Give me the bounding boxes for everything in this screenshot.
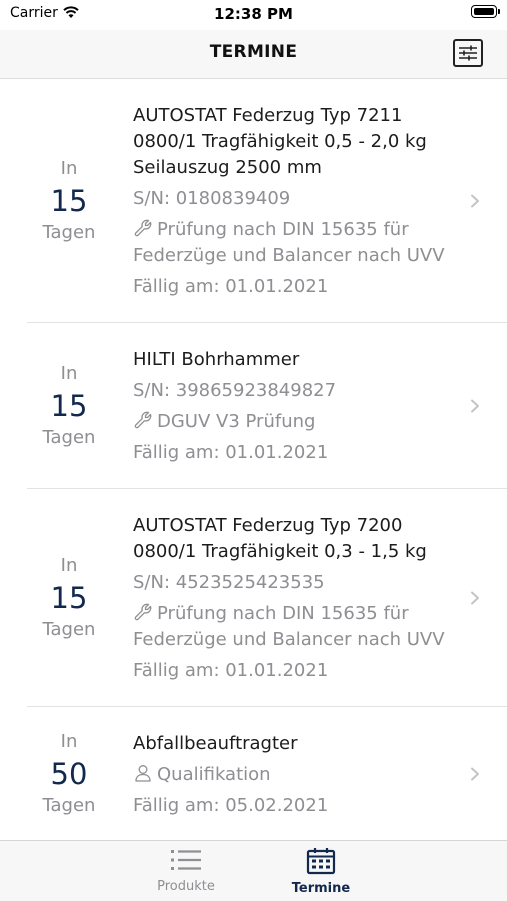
due-unit: Tagen — [42, 426, 96, 448]
tab-products-label: Produkte — [157, 879, 215, 894]
wrench-icon — [134, 603, 152, 621]
due-unit: Tagen — [42, 795, 96, 816]
chevron-right-icon — [471, 767, 479, 781]
due-days-count: 15 — [50, 183, 88, 218]
qualification-type: Qualifikation — [157, 764, 271, 785]
due-prefix: In — [60, 362, 78, 384]
product-title: AUTOSTAT Federzug Typ 7200 0800/1 Tragfä… — [133, 515, 427, 562]
list-icon — [171, 850, 201, 870]
appointment-row[interactable]: In 50 Tagen Abfallbeauftragter Qualifika… — [27, 707, 507, 840]
tab-products[interactable]: Produkte — [126, 847, 246, 894]
tab-appointments[interactable]: Termine — [261, 847, 381, 896]
person-icon — [135, 765, 151, 782]
chevron-right-icon — [471, 194, 479, 207]
due-date: Fällig am: 01.01.2021 — [133, 660, 329, 681]
qualification-title: Abfallbeauftragter — [133, 733, 298, 754]
inspection-task: DGUV V3 Prüfung — [157, 411, 316, 432]
serial-number: S/N: 4523525423535 — [133, 572, 325, 593]
wrench-icon — [134, 411, 152, 429]
filter-button[interactable] — [453, 39, 483, 67]
due-date: Fällig am: 01.01.2021 — [133, 442, 329, 463]
due-in-badge: In 15 Tagen — [27, 362, 111, 450]
inspection-task: Prüfung nach DIN 15635 für Federzüge und… — [133, 219, 445, 266]
clock: 12:38 PM — [214, 5, 293, 23]
filter-sliders-icon — [459, 45, 477, 61]
due-in-badge: In 50 Tagen — [27, 730, 111, 818]
tab-appointments-label: Termine — [291, 881, 351, 896]
due-days-count: 15 — [50, 388, 88, 423]
due-date: Fällig am: 05.02.2021 — [133, 795, 329, 816]
chevron-right-icon — [471, 399, 479, 412]
appointment-row[interactable]: In 15 Tagen AUTOSTAT Federzug Typ 7200 0… — [27, 489, 507, 707]
product-title: AUTOSTAT Federzug Typ 7211 0800/1 Tragfä… — [133, 105, 427, 178]
due-days-count: 15 — [50, 580, 88, 615]
page-title: TERMINE — [209, 42, 298, 62]
product-title: HILTI Bohrhammer — [133, 349, 300, 370]
due-prefix: In — [60, 731, 78, 752]
due-date: Fällig am: 01.01.2021 — [133, 276, 329, 297]
due-unit: Tagen — [42, 221, 96, 243]
navigation-bar: TERMINE — [0, 30, 507, 79]
due-prefix: In — [60, 157, 78, 179]
battery-icon — [471, 5, 500, 18]
due-unit: Tagen — [42, 618, 96, 640]
serial-number: S/N: 39865923849827 — [133, 380, 337, 401]
appointments-list: In 15 Tagen AUTOSTAT Federzug Typ 7211 0… — [0, 79, 507, 840]
due-days-count: 50 — [50, 757, 88, 791]
inspection-task: Prüfung nach DIN 15635 für Federzüge und… — [133, 603, 445, 650]
wrench-icon — [134, 219, 152, 237]
serial-number: S/N: 0180839409 — [133, 188, 291, 209]
calendar-icon — [306, 848, 336, 875]
due-prefix: In — [60, 554, 78, 576]
status-bar: Carrier 12:38 PM — [0, 0, 507, 30]
due-in-badge: In 15 Tagen — [27, 554, 111, 642]
due-in-badge: In 15 Tagen — [27, 157, 111, 245]
tab-bar: Produkte Termine — [0, 840, 507, 901]
chevron-right-icon — [471, 591, 479, 604]
appointment-row[interactable]: In 15 Tagen HILTI Bohrhammer S/N: 398659… — [27, 323, 507, 489]
appointment-row[interactable]: In 15 Tagen AUTOSTAT Federzug Typ 7211 0… — [27, 79, 507, 323]
